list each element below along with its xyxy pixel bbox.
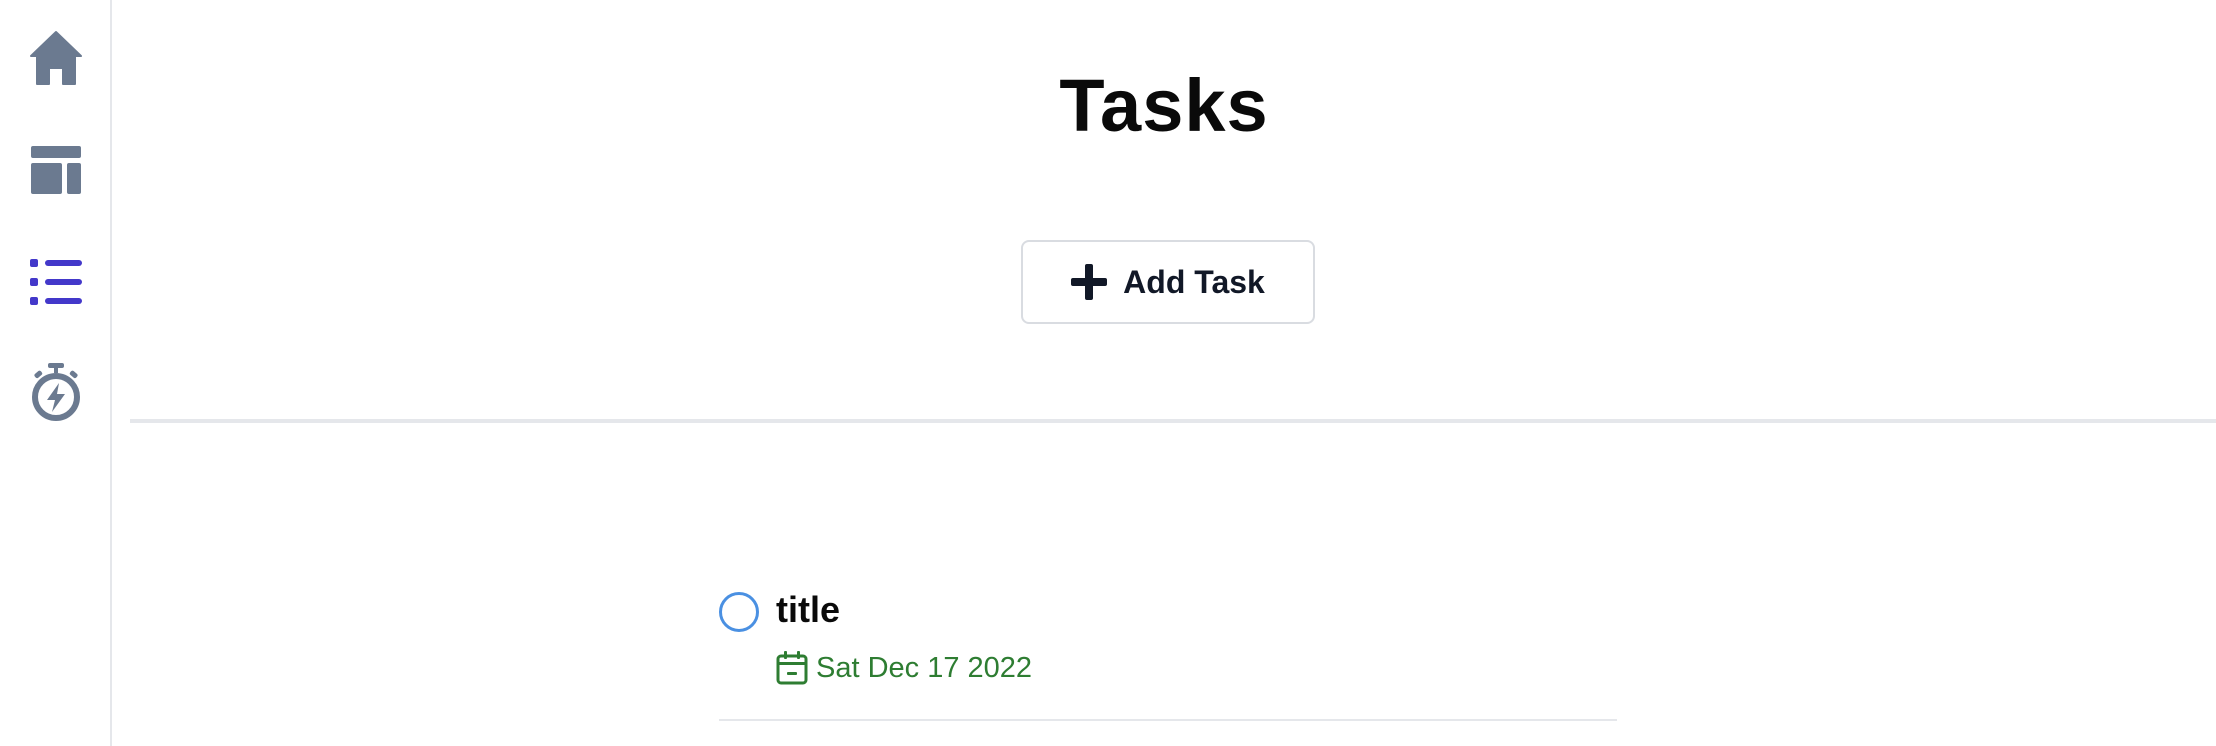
task-title[interactable]: title [776, 588, 840, 632]
page-title: Tasks [1059, 64, 1269, 147]
add-task-label: Add Task [1123, 263, 1265, 300]
sidebar-item-focus[interactable] [28, 363, 84, 421]
add-task-button[interactable]: Add Task [1021, 240, 1315, 324]
layout-icon [31, 146, 81, 194]
stopwatch-bolt-icon [32, 363, 80, 421]
sidebar-item-dashboard[interactable] [28, 142, 84, 198]
list-item: title Sat Dec 17 2022 [719, 586, 1617, 722]
task-due-date-label: Sat Dec 17 2022 [816, 652, 1033, 684]
task-divider [719, 719, 1617, 721]
sidebar [0, 0, 112, 746]
plus-icon [1071, 264, 1108, 300]
section-divider [130, 419, 2216, 423]
main-content: Tasks Add Task title Sat Dec 17 2022 [112, 0, 2216, 746]
task-due-date: Sat Dec 17 2022 [776, 650, 1032, 686]
list-icon [30, 259, 82, 305]
calendar-icon [776, 651, 808, 685]
task-complete-checkbox[interactable] [719, 592, 759, 632]
app-root: Tasks Add Task title Sat Dec 17 2022 [0, 0, 2216, 746]
home-icon [30, 31, 82, 85]
sidebar-item-tasks[interactable] [28, 254, 84, 310]
sidebar-item-home[interactable] [28, 30, 84, 86]
